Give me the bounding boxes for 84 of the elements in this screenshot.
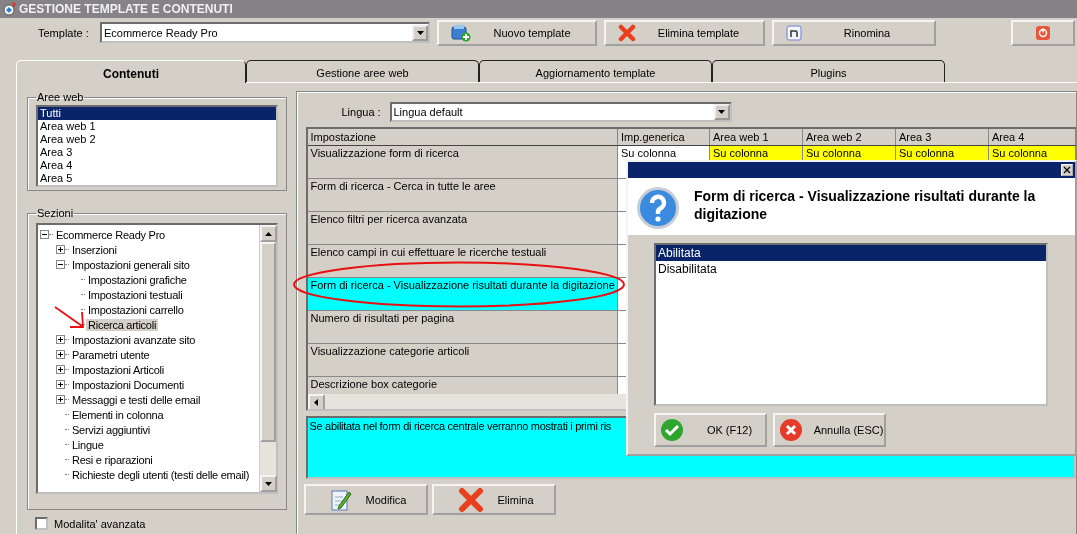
table-cell[interactable]: Visualizzazione form di ricerca bbox=[307, 145, 618, 178]
group-label: Aree web bbox=[36, 91, 85, 103]
down-arrow-icon bbox=[264, 481, 272, 486]
tab[interactable]: Gestione aree web bbox=[246, 60, 479, 82]
cancel-button[interactable]: Annulla (ESC) bbox=[773, 413, 886, 447]
tree-item[interactable]: Impostazioni Documenti bbox=[70, 378, 186, 391]
tile-icon bbox=[786, 25, 802, 41]
close-icon bbox=[1063, 166, 1071, 174]
tree-item[interactable]: Impostazioni carrello bbox=[86, 303, 186, 316]
list-item[interactable]: Area 4 bbox=[38, 159, 276, 172]
tab[interactable]: Contenuti bbox=[16, 60, 246, 83]
tree-item[interactable]: Resi e riparazioni bbox=[70, 453, 155, 466]
cross-icon bbox=[457, 486, 484, 513]
tree-item[interactable]: Impostazioni generali sito bbox=[70, 258, 192, 271]
dropdown-arrow-icon bbox=[718, 110, 725, 114]
edit-button[interactable]: Modifica bbox=[303, 484, 428, 515]
expander-icon[interactable] bbox=[56, 260, 65, 269]
list-item[interactable]: Area web 2 bbox=[38, 133, 276, 146]
tree-item[interactable]: Parametri utente bbox=[70, 348, 152, 361]
toolbar-button[interactable]: Rinomina bbox=[772, 20, 936, 46]
template-select[interactable]: Ecommerce Ready Pro bbox=[100, 22, 430, 43]
power-icon bbox=[1036, 26, 1050, 40]
column-header[interactable]: Impostazione bbox=[307, 129, 618, 145]
table-cell[interactable]: Form di ricerca - Cerca in tutte le aree bbox=[307, 178, 618, 211]
column-header[interactable]: Area web 2 bbox=[802, 129, 896, 145]
expander-icon[interactable] bbox=[56, 335, 65, 344]
expander-icon[interactable] bbox=[56, 380, 65, 389]
column-header[interactable]: Area web 1 bbox=[709, 129, 803, 145]
tree-item[interactable]: Richieste degli utenti (testi delle email) bbox=[70, 468, 252, 481]
tree-item[interactable]: Messaggi e testi delle email bbox=[70, 393, 203, 406]
tree-item[interactable]: Elementi in colonna bbox=[70, 408, 166, 421]
group-label: Sezioni bbox=[36, 207, 75, 219]
column-header[interactable]: Area 3 bbox=[895, 129, 989, 145]
window-title: GESTIONE TEMPLATE E CONTENUTI bbox=[19, 2, 233, 16]
toolbar-button[interactable]: Nuovo template bbox=[437, 20, 597, 46]
language-label: Lingua : bbox=[341, 106, 382, 118]
list-item[interactable]: Area 5 bbox=[38, 172, 276, 185]
checkbox-label: Modalita' avanzata bbox=[54, 517, 146, 530]
tree-item[interactable]: Ricerca articoli bbox=[86, 318, 159, 331]
language-select[interactable]: Lingua default bbox=[389, 102, 732, 122]
ok-button[interactable]: OK (F12) bbox=[654, 413, 767, 447]
template-label: Template : bbox=[38, 27, 90, 39]
expander-icon[interactable] bbox=[56, 395, 65, 404]
tree-item[interactable]: Ecommerce Ready Pro bbox=[54, 228, 167, 241]
question-icon bbox=[636, 186, 680, 230]
tree-item[interactable]: Inserzioni bbox=[70, 243, 119, 256]
list-item[interactable]: Disabilitata bbox=[656, 261, 1046, 277]
tree-item[interactable]: Impostazioni grafiche bbox=[86, 273, 189, 286]
tab[interactable]: Plugins bbox=[712, 60, 945, 82]
check-icon bbox=[660, 418, 684, 442]
expander-icon[interactable] bbox=[56, 365, 65, 374]
expander-icon[interactable] bbox=[56, 350, 65, 359]
tree-item[interactable]: Impostazioni Articoli bbox=[70, 363, 166, 376]
dropdown-arrow-icon bbox=[416, 30, 424, 35]
cancel-icon bbox=[779, 418, 803, 442]
list-item[interactable]: Tutti bbox=[38, 107, 276, 120]
list-item[interactable]: Area 3 bbox=[38, 146, 276, 159]
table-cell[interactable]: Elenco filtri per ricerca avanzata bbox=[307, 211, 618, 244]
column-header[interactable]: Imp.generica bbox=[617, 129, 710, 145]
table-cell[interactable]: Visualizzazione categorie articoli bbox=[307, 343, 618, 376]
list-item[interactable]: Area web 1 bbox=[38, 120, 276, 133]
table-cell[interactable]: Numero di risultati per pagina bbox=[307, 310, 618, 343]
tree-item[interactable]: Impostazioni avanzate sito bbox=[70, 333, 198, 346]
tree-item[interactable]: Impostazioni testuali bbox=[86, 288, 185, 301]
toolbar-button[interactable]: Elimina template bbox=[604, 20, 765, 46]
tree-item[interactable]: Lingue bbox=[70, 438, 106, 451]
app-icon bbox=[2, 2, 16, 16]
list-item[interactable]: Abilitata bbox=[656, 245, 1046, 261]
delete-button[interactable]: Elimina bbox=[431, 484, 556, 515]
expander-icon[interactable] bbox=[40, 230, 49, 239]
tab[interactable]: Aggiornamento template bbox=[479, 60, 712, 82]
power-button[interactable] bbox=[1011, 20, 1075, 46]
tree-item[interactable]: Servizi aggiuntivi bbox=[70, 423, 153, 436]
box-plus-icon bbox=[451, 24, 471, 42]
left-arrow-icon bbox=[314, 399, 318, 406]
expander-icon[interactable] bbox=[56, 245, 65, 254]
pencil-note-icon bbox=[329, 487, 352, 512]
scrollbar[interactable] bbox=[258, 225, 276, 492]
checkbox[interactable] bbox=[35, 517, 48, 530]
close-button[interactable] bbox=[1061, 164, 1073, 176]
column-header[interactable]: Area 4 bbox=[988, 129, 1076, 145]
dialog-heading: Form di ricerca - Visualizzazione risultati durante la digitazione bbox=[694, 187, 1037, 224]
up-arrow-icon bbox=[264, 231, 272, 236]
cross-icon bbox=[618, 24, 636, 42]
